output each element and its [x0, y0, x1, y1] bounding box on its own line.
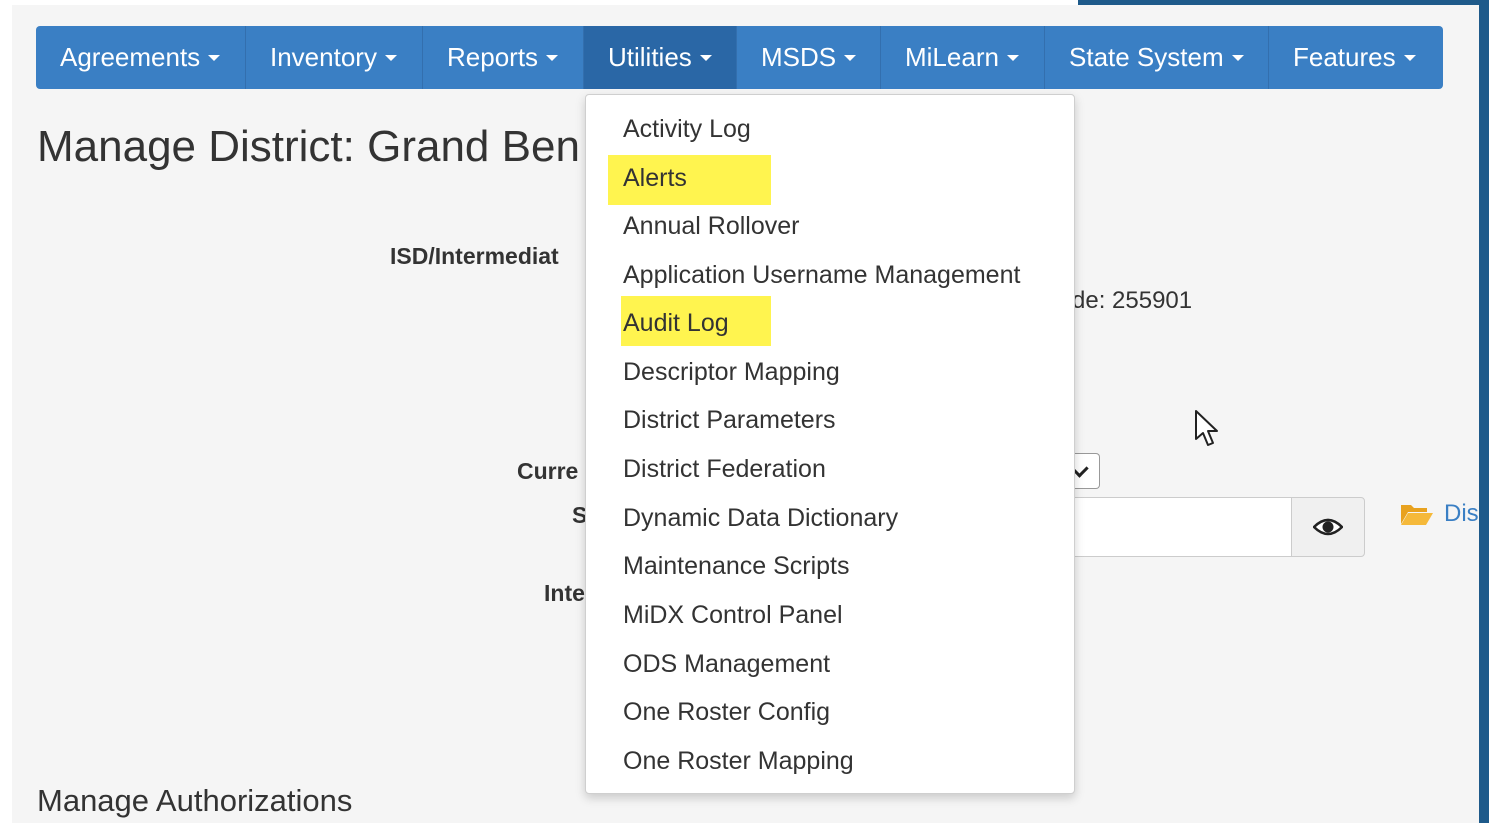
- menu-item-maintenance-scripts[interactable]: Maintenance Scripts: [623, 546, 850, 586]
- nav-inventory-label: Inventory: [270, 42, 377, 72]
- nav-features-label: Features: [1293, 42, 1396, 72]
- current-label: Curre: [517, 458, 579, 484]
- nav-state-system-label: State System: [1069, 42, 1224, 72]
- caret-down-icon: [699, 54, 712, 61]
- window-frame-right: [1479, 0, 1489, 823]
- menu-item-district-federation[interactable]: District Federation: [623, 449, 826, 489]
- section-title-manage-authorizations: Manage Authorizations: [37, 783, 353, 818]
- caret-down-icon: [1006, 54, 1019, 61]
- nav-milearn-label: MiLearn: [905, 42, 999, 72]
- nav-reports-label: Reports: [447, 42, 539, 72]
- nav-milearn[interactable]: MiLearn: [881, 26, 1045, 89]
- caret-down-icon: [1403, 54, 1416, 61]
- menu-item-activity-log[interactable]: Activity Log: [623, 109, 751, 149]
- nav-inventory[interactable]: Inventory: [246, 26, 423, 89]
- menu-item-dynamic-data-dictionary[interactable]: Dynamic Data Dictionary: [623, 498, 898, 538]
- page-title: Manage District: Grand Ben: [37, 122, 580, 171]
- caret-down-icon: [384, 54, 397, 61]
- menu-item-ods-management[interactable]: ODS Management: [623, 644, 830, 684]
- nav-reports[interactable]: Reports: [423, 26, 584, 89]
- inte-label: Inte: [544, 580, 585, 606]
- mouse-pointer-icon: [1195, 410, 1218, 446]
- nav-msds-label: MSDS: [761, 42, 837, 72]
- caret-down-icon: [208, 54, 221, 61]
- utilities-dropdown-menu: Activity Log Alerts Annual Rollover Appl…: [585, 94, 1075, 794]
- menu-item-one-roster-mapping[interactable]: One Roster Mapping: [623, 741, 854, 781]
- caret-down-icon: [1231, 54, 1244, 61]
- menu-item-annual-rollover[interactable]: Annual Rollover: [623, 206, 800, 246]
- show-secret-button[interactable]: [1291, 497, 1365, 557]
- menu-item-application-username-management[interactable]: Application Username Management: [623, 255, 1020, 295]
- nav-msds[interactable]: MSDS: [737, 26, 881, 89]
- district-folder-link[interactable]: Dis: [1400, 500, 1479, 528]
- window-frame-left: [0, 0, 12, 823]
- menu-item-district-parameters[interactable]: District Parameters: [623, 400, 836, 440]
- menu-item-midx-control-panel[interactable]: MiDX Control Panel: [623, 595, 843, 635]
- nav-features[interactable]: Features: [1269, 26, 1443, 89]
- folder-open-icon: [1401, 505, 1433, 525]
- district-code-text: de: 255901: [1072, 287, 1193, 314]
- menu-item-alerts[interactable]: Alerts: [623, 158, 687, 198]
- district-folder-link-label: Dis: [1444, 500, 1479, 527]
- nav-utilities-label: Utilities: [608, 42, 692, 72]
- main-navbar: Agreements Inventory Reports Utilities M…: [36, 26, 1443, 89]
- menu-item-descriptor-mapping[interactable]: Descriptor Mapping: [623, 352, 840, 392]
- nav-agreements[interactable]: Agreements: [36, 26, 246, 89]
- eye-icon: [1313, 518, 1343, 536]
- menu-item-one-roster-config[interactable]: One Roster Config: [623, 692, 830, 732]
- caret-down-icon: [546, 54, 559, 61]
- isd-label: ISD/Intermediat: [390, 243, 559, 269]
- secret-input[interactable]: [1060, 497, 1292, 557]
- menu-item-audit-log[interactable]: Audit Log: [623, 303, 729, 343]
- nav-utilities[interactable]: Utilities: [584, 26, 737, 89]
- caret-down-icon: [844, 54, 857, 61]
- nav-agreements-label: Agreements: [60, 42, 201, 72]
- nav-state-system[interactable]: State System: [1045, 26, 1269, 89]
